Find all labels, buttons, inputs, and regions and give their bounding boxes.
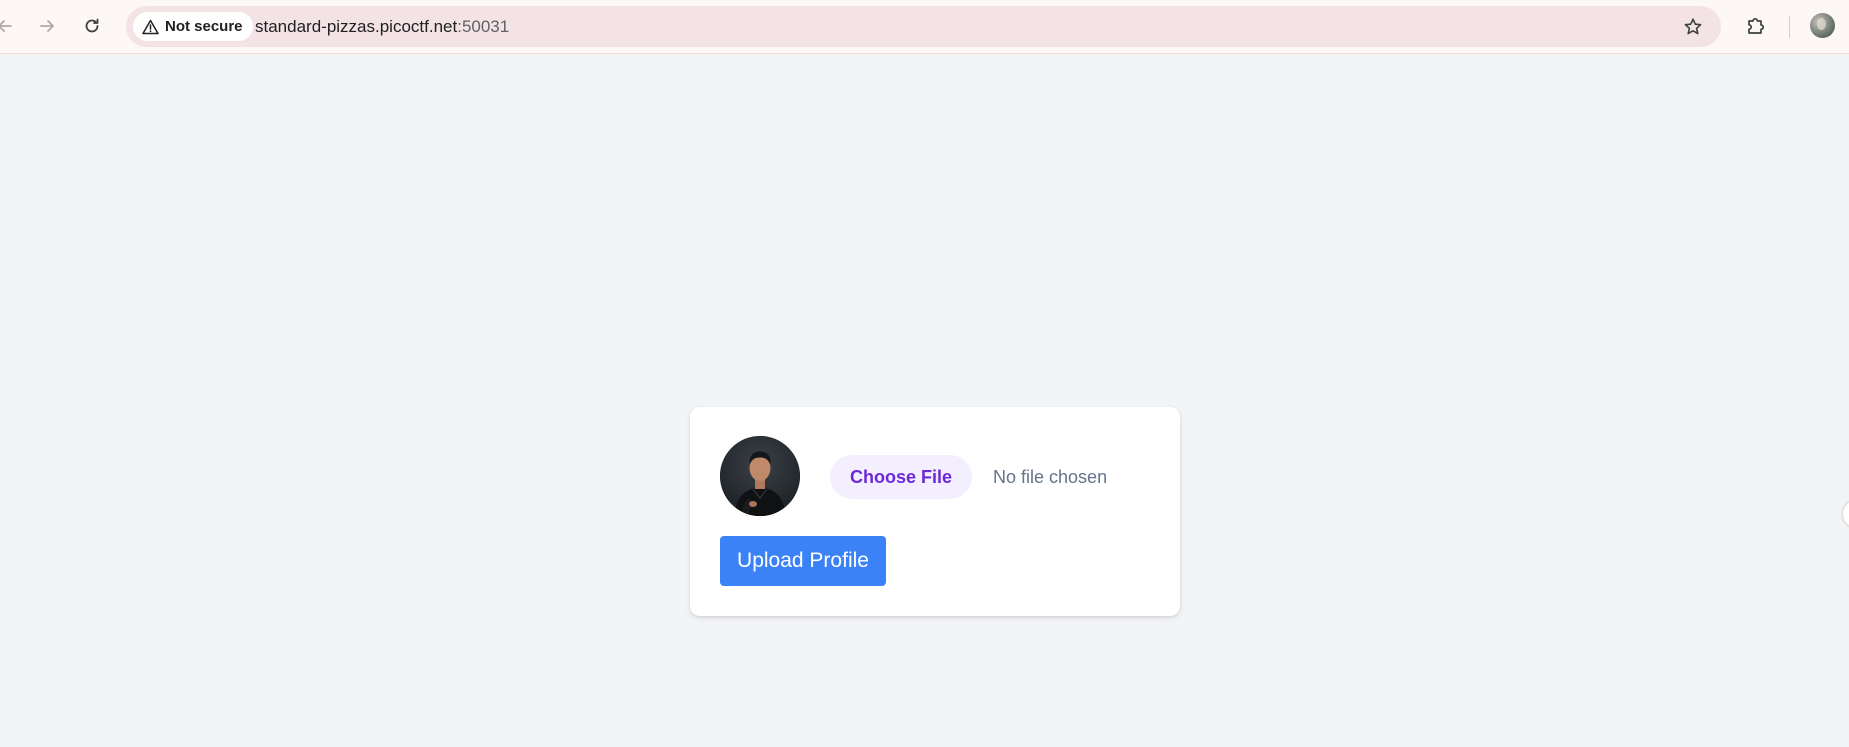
file-input[interactable]: Choose File No file chosen <box>830 455 1107 499</box>
file-status-text: No file chosen <box>993 466 1108 487</box>
arrow-right-icon <box>40 20 54 32</box>
profile-avatar[interactable] <box>1810 13 1835 38</box>
side-panel-handle[interactable] <box>1843 500 1849 528</box>
person-photo-icon <box>720 436 800 516</box>
puzzle-icon <box>1748 17 1765 34</box>
forward-button[interactable] <box>30 9 64 43</box>
address-bar[interactable]: Not secure standard-pizzas.picoctf.net:5… <box>126 6 1721 47</box>
reload-icon <box>85 18 99 33</box>
toolbar-divider <box>1789 16 1790 38</box>
profile-photo <box>720 436 800 516</box>
star-icon <box>1684 18 1702 35</box>
profile-upload-card: Choose File No file chosen Upload Profil… <box>690 407 1180 616</box>
upload-profile-button[interactable]: Upload Profile <box>720 536 886 586</box>
extensions-button[interactable] <box>1742 12 1770 40</box>
bookmark-button[interactable] <box>1681 15 1705 39</box>
browser-toolbar: Not secure standard-pizzas.picoctf.net:5… <box>0 0 1849 54</box>
arrow-left-icon <box>0 20 12 32</box>
choose-file-button[interactable]: Choose File <box>830 455 973 499</box>
security-indicator[interactable]: Not secure <box>133 12 253 41</box>
url-text[interactable]: standard-pizzas.picoctf.net:50031 <box>255 17 509 37</box>
url-host: standard-pizzas.picoctf.net <box>255 17 458 36</box>
reload-button[interactable] <box>75 9 109 43</box>
warning-triangle-icon <box>142 19 159 34</box>
security-label: Not secure <box>165 18 243 35</box>
url-port: :50031 <box>457 17 510 36</box>
back-button[interactable] <box>0 9 22 43</box>
